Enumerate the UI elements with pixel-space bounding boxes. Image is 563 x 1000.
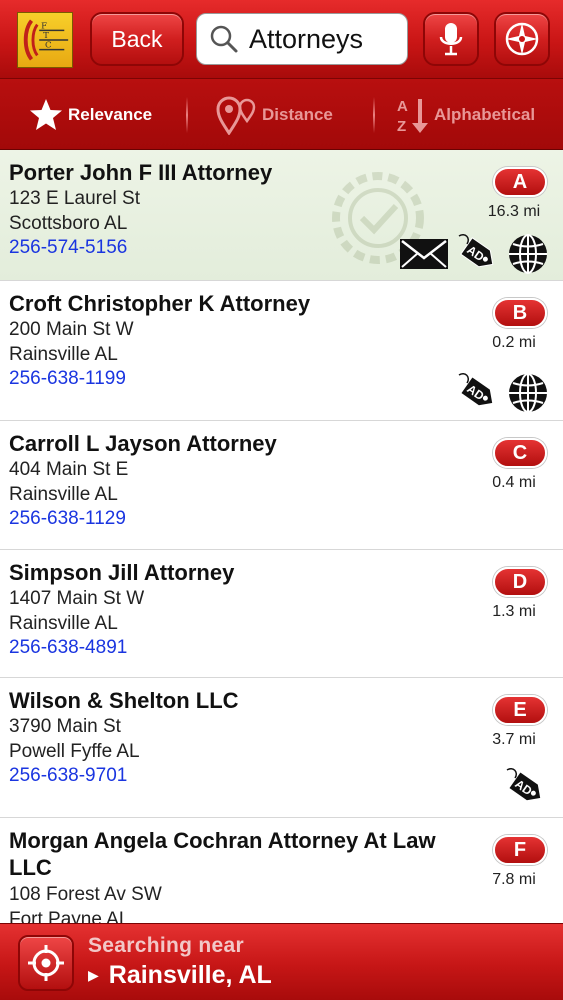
sort-alphabetical-label: Alphabetical <box>434 105 536 124</box>
svg-text:A: A <box>397 98 408 115</box>
result-city: Scottsboro AL <box>9 213 128 234</box>
sort-bar: Relevance Distance A Z Alphabetical <box>0 78 563 150</box>
back-button[interactable]: Back <box>90 12 184 66</box>
map-pin-icon <box>216 96 256 135</box>
sort-alphabetical-tab[interactable]: A Z Alphabetical <box>396 79 535 151</box>
result-city: Rainsville AL <box>9 344 118 365</box>
result-actions: AD <box>503 766 549 810</box>
map-marker-badge[interactable]: C <box>493 438 547 468</box>
results-list[interactable]: Porter John F III Attorney 123 E Laurel … <box>0 150 563 923</box>
list-item[interactable]: Carroll L Jayson Attorney 404 Main St E … <box>0 421 563 550</box>
star-icon <box>30 99 62 130</box>
disclosure-arrow-icon: ▶ <box>88 967 99 983</box>
result-city: Powell Fyffe AL <box>9 741 140 762</box>
result-name[interactable]: Carroll L Jayson Attorney <box>9 430 449 457</box>
compass-button[interactable] <box>494 12 550 66</box>
result-distance: 16.3 mi <box>487 203 541 220</box>
result-address: 404 Main St E <box>9 459 129 480</box>
search-icon <box>210 25 238 53</box>
ftc-logo-icon[interactable]: F T C <box>17 12 73 68</box>
email-icon[interactable] <box>399 237 449 271</box>
search-location[interactable]: ▶ Rainsville, AL <box>88 961 272 990</box>
map-marker-badge[interactable]: B <box>493 298 547 328</box>
result-address: 108 Forest Av SW <box>9 884 162 905</box>
result-distance: 0.2 mi <box>492 334 536 351</box>
result-name[interactable]: Wilson & Shelton LLC <box>9 687 449 714</box>
voice-search-button[interactable] <box>423 12 479 66</box>
a-z-sort-icon: A Z <box>397 98 428 135</box>
result-address: 200 Main St W <box>9 319 134 340</box>
result-name[interactable]: Simpson Jill Attorney <box>9 559 449 586</box>
result-distance: 3.7 mi <box>492 731 536 748</box>
result-actions: AD <box>455 371 549 415</box>
result-address: 1407 Main St W <box>9 588 145 609</box>
list-item[interactable]: Morgan Angela Cochran Attorney At Law LL… <box>0 818 563 923</box>
result-phone[interactable]: 256-638-9701 <box>9 765 127 787</box>
crosshair-icon <box>28 945 64 981</box>
result-city: Rainsville AL <box>9 484 118 505</box>
svg-text:C: C <box>45 41 52 51</box>
search-location-text: Rainsville, AL <box>108 961 272 989</box>
result-phone[interactable]: 256-638-1199 <box>9 368 126 390</box>
list-item[interactable]: Wilson & Shelton LLC 3790 Main St Powell… <box>0 678 563 818</box>
result-phone[interactable]: 256-574-5156 <box>9 237 127 259</box>
result-name[interactable]: Porter John F III Attorney <box>9 159 449 186</box>
ad-tag-icon[interactable]: AD <box>455 232 501 276</box>
sort-distance-label: Distance <box>262 105 333 124</box>
searching-near-label: Searching near <box>88 934 244 957</box>
microphone-icon <box>439 23 463 56</box>
result-city: Rainsville AL <box>9 613 118 634</box>
compass-icon <box>505 22 539 56</box>
ad-tag-icon[interactable]: AD <box>503 766 549 810</box>
ad-tag-icon[interactable]: AD <box>455 371 501 415</box>
result-name[interactable]: Morgan Angela Cochran Attorney At Law LL… <box>9 827 449 881</box>
svg-text:F: F <box>41 21 47 31</box>
result-distance: 0.4 mi <box>492 474 536 491</box>
search-field[interactable]: Attorneys <box>196 13 408 65</box>
sort-divider <box>373 97 375 133</box>
sort-divider <box>186 97 188 133</box>
top-bar: F T C Back Attorneys <box>0 0 563 78</box>
map-marker-badge[interactable]: F <box>493 835 547 865</box>
map-marker-badge[interactable]: D <box>493 567 547 597</box>
list-item[interactable]: Simpson Jill Attorney 1407 Main St W Rai… <box>0 550 563 678</box>
map-marker-badge[interactable]: E <box>493 695 547 725</box>
sort-distance-tab[interactable]: Distance <box>216 79 333 151</box>
web-globe-icon[interactable] <box>507 372 549 414</box>
svg-text:Z: Z <box>397 118 406 135</box>
sort-relevance-label: Relevance <box>68 105 153 124</box>
back-button-label: Back <box>111 25 163 52</box>
result-name[interactable]: Croft Christopher K Attorney <box>9 290 449 317</box>
result-phone[interactable]: 256-638-1129 <box>9 508 126 530</box>
list-item[interactable]: Croft Christopher K Attorney 200 Main St… <box>0 281 563 421</box>
search-query: Attorneys <box>249 23 364 54</box>
location-bar[interactable]: Searching near ▶ Rainsville, AL <box>0 923 563 1000</box>
current-location-button[interactable] <box>18 935 74 991</box>
list-item[interactable]: Porter John F III Attorney 123 E Laurel … <box>0 150 563 281</box>
web-globe-icon[interactable] <box>507 233 549 275</box>
result-distance: 1.3 mi <box>492 603 536 620</box>
result-phone[interactable]: 256-638-4891 <box>9 637 127 659</box>
result-city: Fort Payne AL <box>9 909 130 923</box>
result-actions: AD <box>399 232 549 276</box>
result-address: 123 E Laurel St <box>9 188 140 209</box>
svg-text:T: T <box>43 31 49 41</box>
map-marker-badge[interactable]: A <box>493 167 547 197</box>
sort-relevance-tab[interactable]: Relevance <box>28 79 152 151</box>
result-distance: 7.8 mi <box>492 871 536 888</box>
result-address: 3790 Main St <box>9 716 121 737</box>
